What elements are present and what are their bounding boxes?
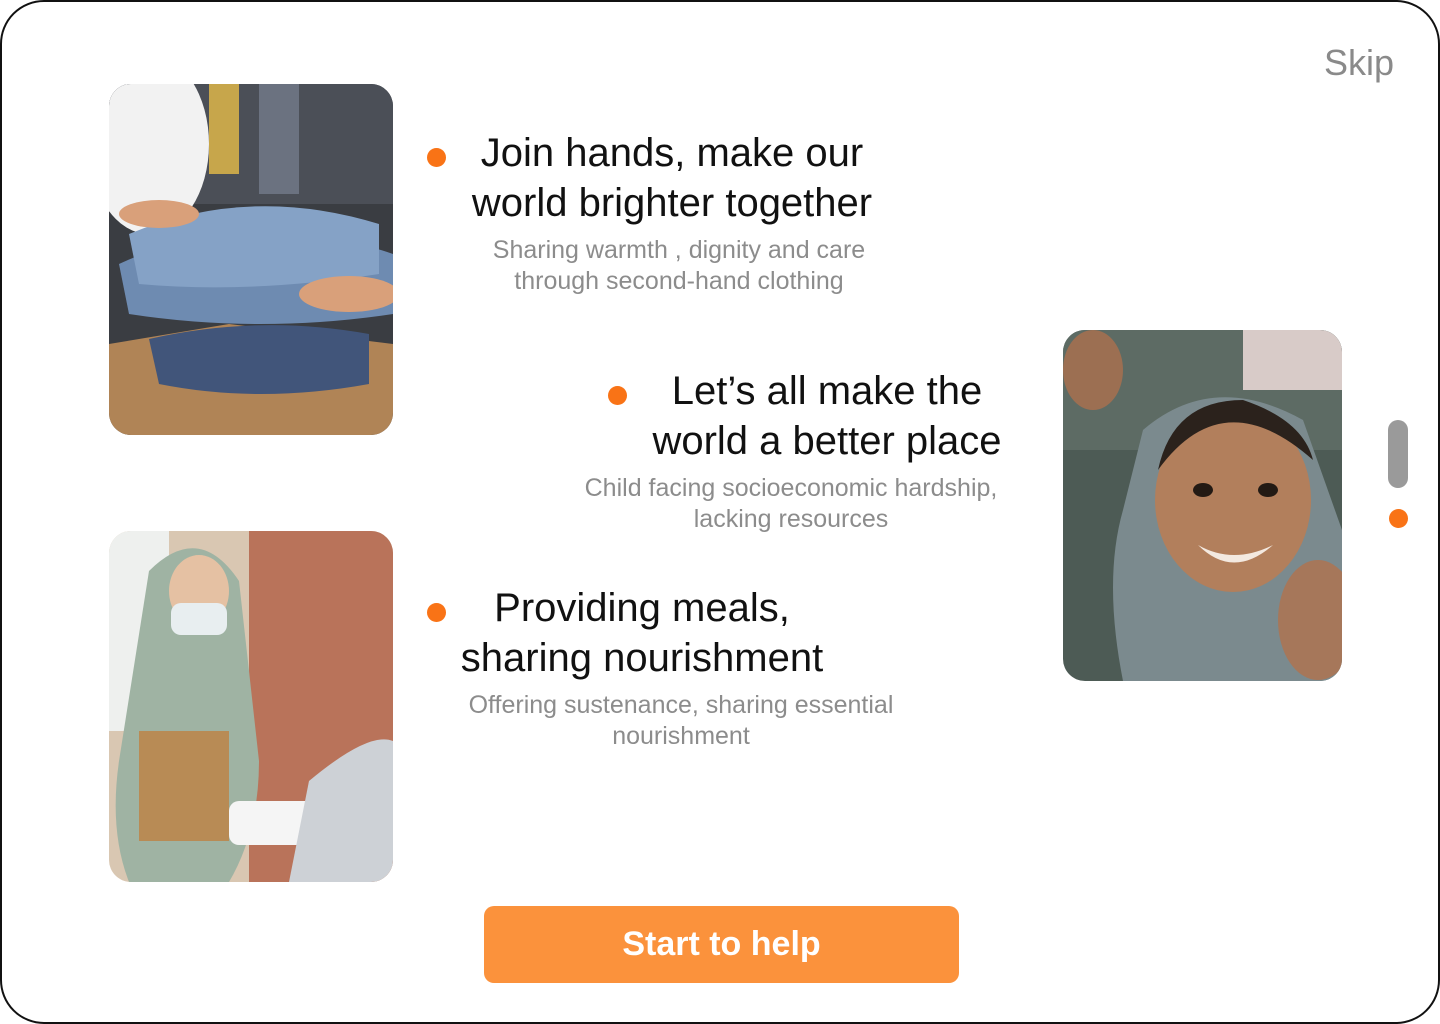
item-title-better-world: Let’s all make the world a better place: [652, 369, 1002, 463]
onboarding-screen: Skip Join hands, make our world brighter…: [0, 0, 1440, 1024]
scrollbar-thumb[interactable]: [1388, 420, 1408, 488]
skip-button[interactable]: Skip: [1324, 42, 1394, 84]
item-subtitle-clothing: Sharing warmth , dignity and care throug…: [492, 236, 866, 295]
photo-smiling-child: [1063, 330, 1342, 681]
page-indicator-dot[interactable]: [1389, 509, 1408, 528]
item-subtitle-better-world: Child facing socioeconomic hardship, lac…: [584, 474, 998, 533]
photo-clothes-donation: [109, 84, 393, 435]
item-title-meals: Providing meals, sharing nourishment: [460, 586, 824, 680]
item-title-clothing: Join hands, make our world brighter toge…: [471, 131, 873, 225]
start-to-help-button[interactable]: Start to help: [484, 906, 959, 983]
photo-meal-sharing: [109, 531, 393, 882]
item-subtitle-meals: Offering sustenance, sharing essential n…: [468, 691, 894, 750]
